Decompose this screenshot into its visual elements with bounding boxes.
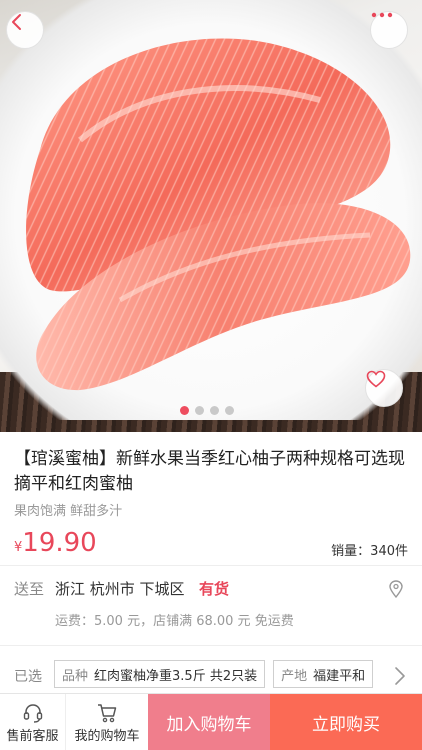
customer-service-label: 售前客服 bbox=[6, 729, 59, 744]
freight-info: 运费：5.00 元，店铺满 68.00 元 免运费 bbox=[55, 614, 294, 629]
product-title: 【琯溪蜜柚】新鲜水果当季红心柚子两种规格可选现摘平和红肉蜜柚 bbox=[14, 449, 405, 494]
pagination-dot[interactable] bbox=[210, 406, 219, 415]
chevron-right-icon bbox=[395, 667, 405, 685]
gallery-pagination bbox=[180, 406, 234, 415]
my-cart-button[interactable]: 我的购物车 bbox=[66, 694, 148, 750]
ship-location[interactable]: 浙江 杭州市 下城区 bbox=[55, 578, 185, 599]
pagination-dot[interactable] bbox=[180, 406, 189, 415]
spec-chip-origin[interactable]: 产地 福建平和 bbox=[273, 660, 374, 688]
product-price: ¥19.90 bbox=[14, 528, 97, 558]
spec-chip-variety[interactable]: 品种 红肉蜜柚净重3.5斤 共2只装 bbox=[54, 660, 266, 688]
more-options-button[interactable] bbox=[370, 11, 408, 49]
divider bbox=[0, 645, 422, 646]
customer-service-button[interactable]: 售前客服 bbox=[0, 694, 66, 750]
product-subtitle: 果肉饱满 鲜甜多汁 bbox=[14, 504, 123, 519]
spec-more-button[interactable] bbox=[394, 666, 406, 690]
spec-key: 品种 bbox=[62, 668, 89, 684]
pagination-dot[interactable] bbox=[195, 406, 204, 415]
favorite-button[interactable] bbox=[365, 369, 403, 407]
selected-specs[interactable]: 品种 红肉蜜柚净重3.5斤 共2只装 产地 福建平和 bbox=[54, 660, 374, 688]
spec-key: 产地 bbox=[281, 668, 308, 684]
chevron-left-icon bbox=[12, 14, 21, 30]
bottom-action-bar: 售前客服 我的购物车 加入购物车 立即购买 bbox=[0, 693, 422, 750]
price-value: 19.90 bbox=[22, 528, 97, 558]
headset-icon bbox=[22, 701, 44, 725]
selected-label: 已选 bbox=[14, 669, 42, 685]
back-button[interactable] bbox=[6, 11, 44, 49]
stock-status: 有货 bbox=[199, 580, 230, 598]
sales-count: 销量：340件 bbox=[331, 544, 408, 559]
pomelo-flesh-photo bbox=[26, 38, 411, 391]
my-cart-label: 我的购物车 bbox=[74, 729, 140, 744]
buy-now-button[interactable]: 立即购买 bbox=[270, 694, 422, 750]
location-pin-button[interactable] bbox=[389, 580, 403, 602]
heart-icon bbox=[366, 370, 386, 388]
spec-value: 红肉蜜柚净重3.5斤 共2只装 bbox=[94, 668, 258, 684]
location-pin-icon bbox=[389, 580, 403, 599]
ship-to-label: 送至 bbox=[14, 580, 45, 598]
pagination-dot[interactable] bbox=[225, 406, 234, 415]
divider bbox=[0, 565, 422, 566]
cart-icon bbox=[96, 701, 118, 725]
add-to-cart-button[interactable]: 加入购物车 bbox=[148, 694, 270, 750]
product-image-gallery[interactable] bbox=[0, 0, 422, 432]
more-horizontal-icon bbox=[371, 12, 393, 18]
spec-value: 福建平和 bbox=[313, 668, 366, 684]
